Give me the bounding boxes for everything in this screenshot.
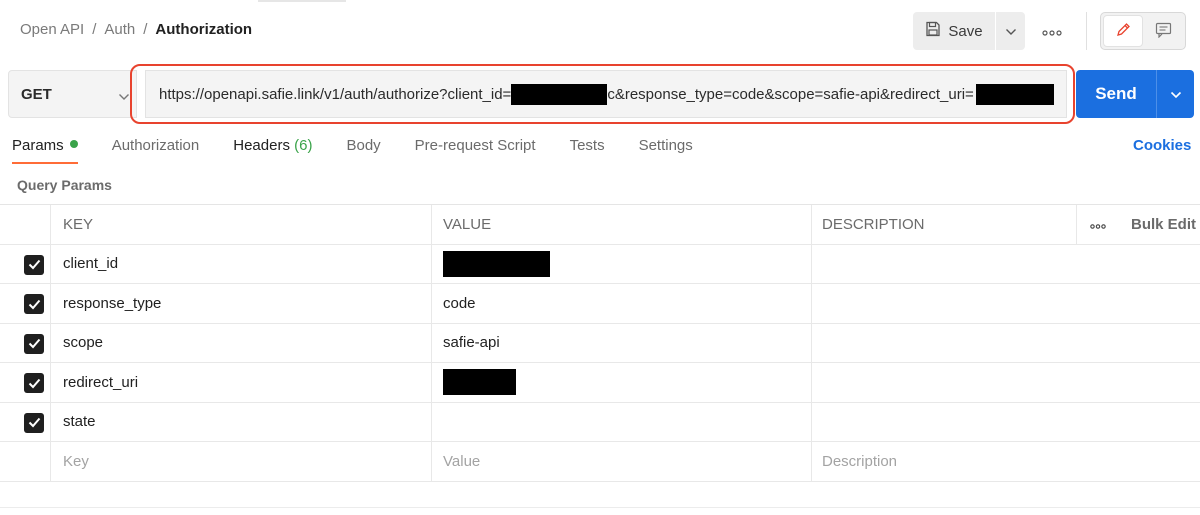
row-checkbox[interactable]	[24, 373, 44, 393]
tab-authorization[interactable]: Authorization	[112, 137, 200, 164]
more-icon	[1042, 23, 1062, 39]
comment-icon	[1155, 22, 1172, 41]
row-checkbox[interactable]	[24, 294, 44, 314]
param-value[interactable]	[431, 244, 811, 283]
column-options-button[interactable]	[1076, 205, 1118, 244]
param-description[interactable]	[811, 363, 1076, 402]
param-value[interactable]: code	[431, 284, 811, 323]
documentation-mode-button[interactable]	[1143, 15, 1183, 47]
table-row-new: Key Value Description	[0, 442, 1200, 482]
tab-params[interactable]: Params	[12, 137, 78, 164]
tab-settings[interactable]: Settings	[639, 137, 693, 164]
key-column-header: KEY	[50, 205, 431, 244]
save-button[interactable]: Save	[913, 12, 995, 50]
param-description[interactable]	[811, 323, 1076, 362]
save-group: Save	[913, 12, 1025, 50]
value-column-header: VALUE	[431, 205, 811, 244]
table-row: scope safie-api	[0, 323, 1200, 363]
tab-pre-request-script-label: Pre-request Script	[414, 137, 536, 154]
save-options-button[interactable]	[996, 12, 1025, 50]
send-options-button[interactable]	[1157, 70, 1194, 118]
bulk-edit-button[interactable]: Bulk Edit	[1118, 205, 1200, 244]
tab-body-label: Body	[346, 137, 381, 154]
cookies-link[interactable]: Cookies	[1133, 137, 1191, 154]
tab-pre-request-script[interactable]: Pre-request Script	[415, 137, 536, 164]
tab-settings-label: Settings	[638, 137, 693, 154]
chevron-down-icon	[1005, 23, 1017, 39]
table-row: client_id	[0, 244, 1200, 284]
save-label: Save	[948, 22, 983, 40]
row-checkbox[interactable]	[24, 254, 44, 275]
pencil-icon	[1115, 22, 1131, 41]
row-checkbox[interactable]	[24, 412, 44, 433]
table-row: redirect_uri	[0, 363, 1200, 403]
tab-body[interactable]: Body	[346, 137, 380, 164]
view-mode-toggle	[1100, 12, 1186, 50]
redacted-value	[443, 250, 550, 277]
breadcrumb-separator: /	[143, 21, 148, 38]
table-row: state	[0, 402, 1200, 442]
breadcrumb: Open API / Auth / Authorization	[20, 21, 252, 38]
new-key-input[interactable]: Key	[50, 442, 431, 481]
tab-headers-label: Headers	[233, 137, 290, 154]
row-checkbox[interactable]	[24, 333, 44, 354]
tab-tests-label: Tests	[569, 137, 605, 154]
checkmark-icon	[28, 378, 40, 388]
param-value[interactable]: safie-api	[431, 323, 811, 362]
send-button[interactable]: Send	[1076, 70, 1156, 118]
param-description[interactable]	[811, 244, 1076, 283]
edit-mode-button[interactable]	[1103, 15, 1143, 47]
table-header-row: KEY VALUE DESCRIPTION Bulk Edit	[0, 205, 1200, 245]
tab-params-label: Params	[12, 137, 64, 154]
headers-count-badge: (6)	[294, 137, 313, 154]
param-key[interactable]: redirect_uri	[50, 363, 431, 402]
query-params-title: Query Params	[17, 177, 112, 193]
table-row: response_type code	[0, 284, 1200, 324]
save-icon	[925, 21, 941, 41]
method-label: GET	[21, 85, 52, 103]
request-tabs: Params Authorization Headers (6) Body Pr…	[12, 137, 727, 164]
param-description[interactable]	[811, 402, 1076, 441]
param-key[interactable]: client_id	[50, 244, 431, 283]
more-actions-button[interactable]	[1040, 21, 1064, 41]
redacted-value	[443, 369, 516, 396]
more-icon	[1089, 216, 1106, 233]
breadcrumb-separator: /	[92, 21, 97, 38]
breadcrumb-item-open-api[interactable]: Open API	[20, 21, 84, 38]
url-input[interactable]: https://openapi.safie.link/v1/auth/autho…	[145, 70, 1067, 118]
send-group: Send	[1076, 70, 1194, 118]
tab-authorization-label: Authorization	[111, 137, 200, 154]
url-text-part2: c&response_type=code&scope=safie-api&red…	[607, 85, 974, 103]
toolbar-divider	[1086, 12, 1087, 50]
url-text-part1: https://openapi.safie.link/v1/auth/autho…	[159, 85, 512, 103]
checkmark-icon	[28, 417, 40, 428]
tab-headers[interactable]: Headers (6)	[233, 137, 312, 164]
param-value[interactable]	[431, 363, 811, 402]
checkmark-icon	[28, 259, 40, 270]
method-select[interactable]: GET	[8, 70, 137, 118]
param-description[interactable]	[811, 284, 1076, 323]
checkmark-icon	[28, 299, 40, 309]
panel-bottom-divider	[0, 507, 1200, 508]
page-title[interactable]: Authorization	[155, 21, 252, 38]
breadcrumb-item-auth[interactable]: Auth	[104, 21, 135, 38]
chevron-down-icon	[1170, 86, 1182, 102]
description-column-header: DESCRIPTION	[811, 205, 1076, 244]
query-params-table: KEY VALUE DESCRIPTION Bulk Edit client_i…	[0, 204, 1200, 482]
redacted-client-id	[511, 83, 608, 105]
chevron-down-icon	[118, 88, 130, 105]
param-key[interactable]: response_type	[50, 284, 431, 323]
param-value[interactable]	[431, 402, 811, 441]
tab-tests[interactable]: Tests	[570, 137, 605, 164]
redacted-redirect-uri	[975, 83, 1054, 105]
param-key[interactable]: state	[50, 402, 431, 441]
checkmark-icon	[28, 338, 40, 349]
new-description-input[interactable]: Description	[811, 442, 1076, 481]
active-tab-indicator	[258, 0, 346, 2]
params-status-dot	[69, 140, 78, 148]
new-value-input[interactable]: Value	[431, 442, 811, 481]
param-key[interactable]: scope	[50, 323, 431, 362]
